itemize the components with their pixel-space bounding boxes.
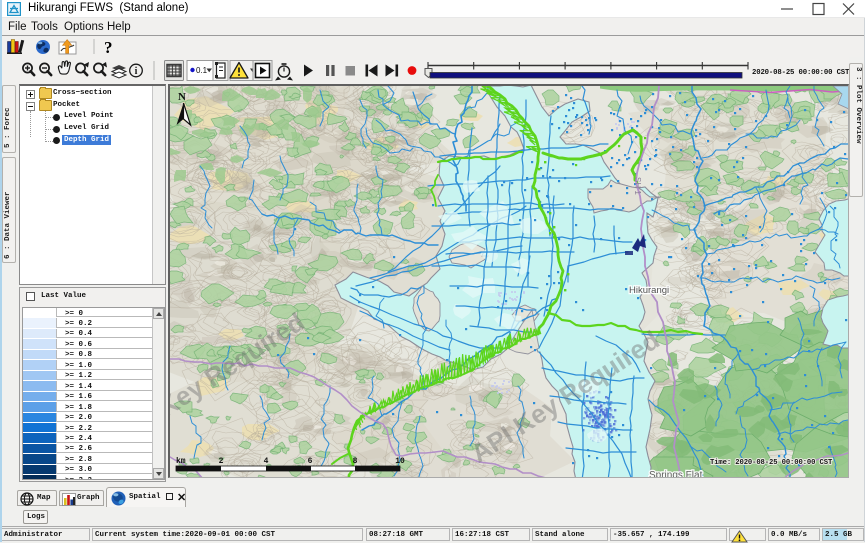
svg-text:6: 6 xyxy=(308,457,313,466)
svg-text:10: 10 xyxy=(395,457,405,466)
svg-text:2: 2 xyxy=(219,457,224,466)
svg-text:Time: 2020-08-25 00:00:00 CST: Time: 2020-08-25 00:00:00 CST xyxy=(710,459,833,467)
svg-text:N: N xyxy=(178,91,186,103)
svg-text:2020-08-25 00:00:00 CST: 2020-08-25 00:00:00 CST xyxy=(752,69,849,77)
svg-text:SH 1: SH 1 xyxy=(633,177,642,195)
svg-text:i: i xyxy=(135,66,138,77)
svg-text:Hikurangi: Hikurangi xyxy=(629,285,669,296)
svg-text:0.1: 0.1 xyxy=(196,66,208,75)
svg-text:Springs Flat: Springs Flat xyxy=(649,470,703,478)
svg-text:?: ? xyxy=(104,38,113,57)
svg-text:km: km xyxy=(176,457,186,466)
svg-text:4: 4 xyxy=(264,457,269,466)
svg-text:8: 8 xyxy=(353,457,358,466)
